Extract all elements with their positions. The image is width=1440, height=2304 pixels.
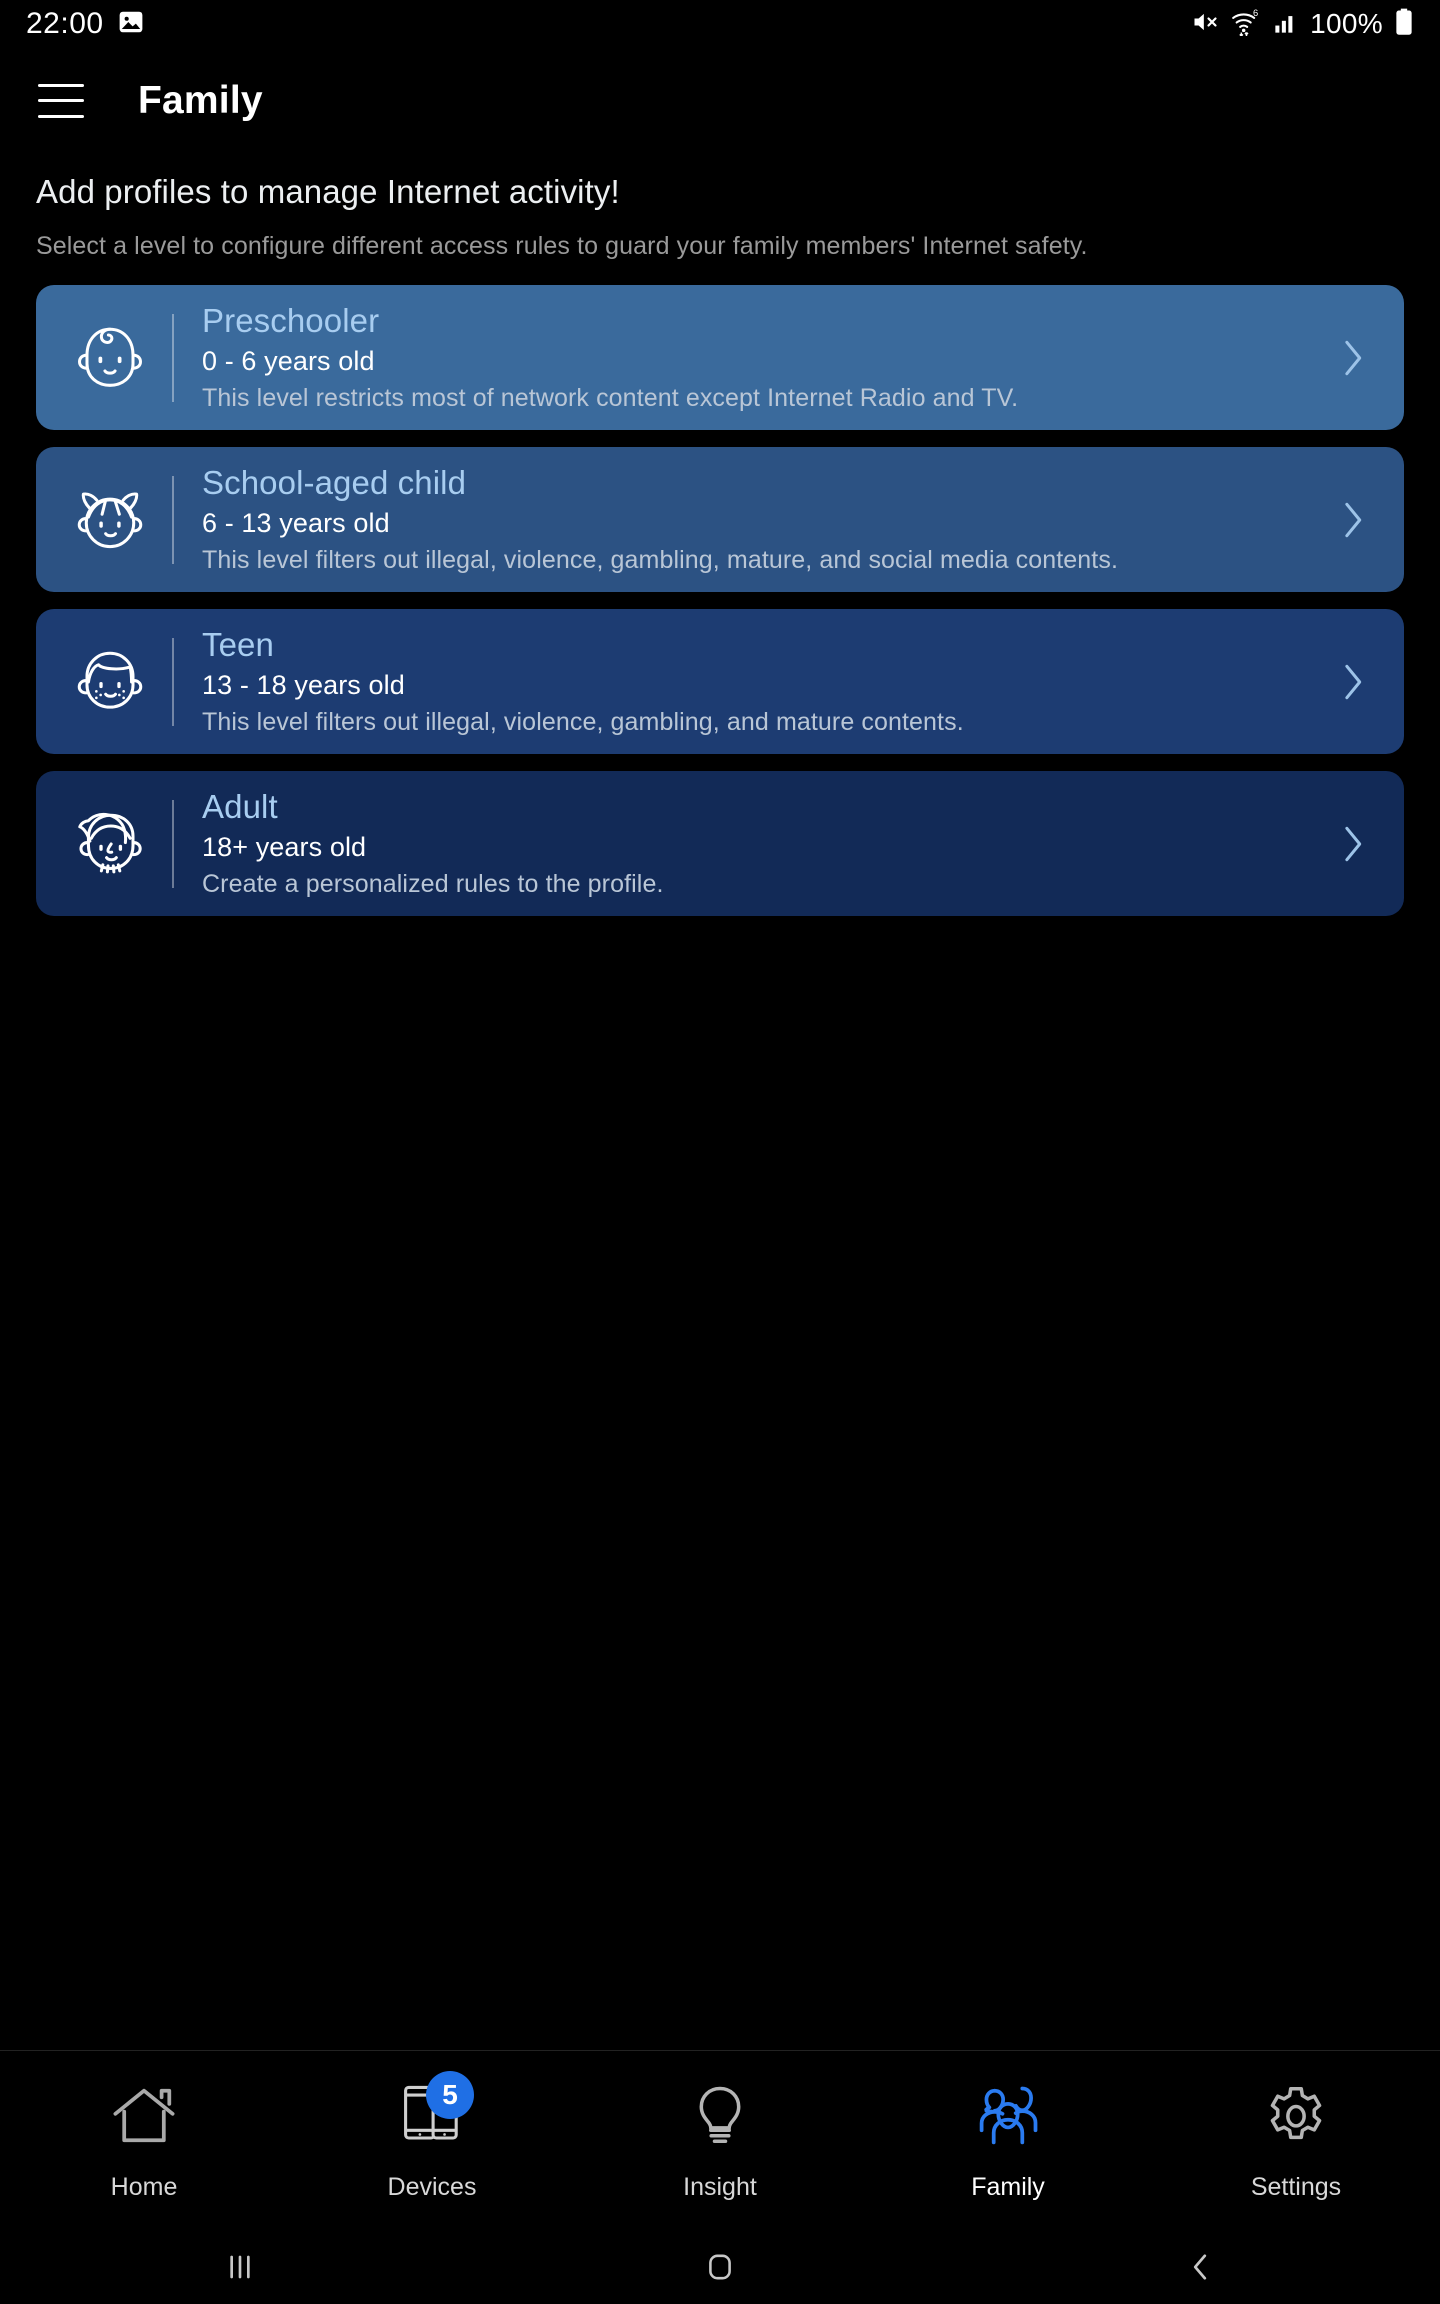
status-bar: 22:00 6 100% (0, 0, 1440, 48)
intro-heading: Add profiles to manage Internet activity… (36, 173, 620, 210)
baby-face-icon (58, 306, 162, 410)
signal-icon (1273, 9, 1299, 40)
house-icon (104, 2079, 184, 2153)
chevron-right-icon[interactable] (1334, 824, 1374, 864)
girl-face-icon (58, 468, 162, 572)
chevron-right-icon[interactable] (1334, 338, 1374, 378)
android-system-navigation (0, 2230, 1440, 2304)
profile-card-text: Teen 13 - 18 years old This level filter… (202, 625, 1334, 738)
nav-item-devices[interactable]: 5 Devices (288, 2071, 576, 2202)
profile-age-range: 6 - 13 years old (202, 507, 390, 538)
recents-icon[interactable] (0, 2252, 480, 2282)
profile-description: This level filters out illegal, violence… (202, 707, 964, 736)
profile-title: Preschooler (202, 301, 380, 339)
profile-card-adult[interactable]: Adult 18+ years old Create a personalize… (36, 771, 1404, 916)
hamburger-menu-icon[interactable] (38, 83, 84, 118)
nav-item-family[interactable]: Family (864, 2079, 1152, 2202)
profile-card-text: Preschooler 0 - 6 years old This level r… (202, 301, 1334, 414)
devices-icon: 5 (392, 2071, 474, 2153)
battery-icon (1394, 8, 1414, 41)
nav-label-settings: Settings (1250, 2173, 1342, 2201)
nav-label-insight: Insight (683, 2173, 757, 2201)
profile-title: Adult (202, 787, 278, 825)
svg-text:6: 6 (1253, 8, 1258, 18)
nav-item-home[interactable]: Home (0, 2079, 288, 2202)
card-divider (172, 637, 174, 726)
profile-level-list: Preschooler 0 - 6 years old This level r… (0, 285, 1440, 916)
card-divider (172, 799, 174, 888)
profile-card-school-aged-child[interactable]: School-aged child 6 - 13 years old This … (36, 447, 1404, 592)
card-divider (172, 475, 174, 564)
nav-label-home: Home (110, 2173, 178, 2201)
chevron-right-icon[interactable] (1334, 500, 1374, 540)
intro-subtext: Select a level to configure different ac… (36, 232, 1088, 260)
bottom-navigation-bar: Home 5 Devices Insight Family Settings (0, 2050, 1440, 2230)
adult-face-icon (58, 792, 162, 896)
status-bar-clock: 22:00 (26, 7, 104, 40)
profile-age-range: 18+ years old (202, 831, 367, 862)
profile-title: Teen (202, 625, 274, 663)
status-bar-left: 22:00 (26, 7, 144, 41)
card-divider (172, 313, 174, 402)
lightbulb-icon (680, 2079, 760, 2153)
chevron-right-icon[interactable] (1334, 662, 1374, 702)
intro-section: Add profiles to manage Internet activity… (0, 153, 1440, 261)
nav-label-devices: Devices (387, 2173, 477, 2201)
profile-description: This level restricts most of network con… (202, 383, 1019, 412)
profile-description: Create a personalized rules to the profi… (202, 869, 664, 898)
nav-label-family: Family (971, 2173, 1045, 2201)
nav-item-insight[interactable]: Insight (576, 2079, 864, 2202)
profile-card-text: School-aged child 6 - 13 years old This … (202, 463, 1334, 576)
teen-face-icon (58, 630, 162, 734)
profile-description: This level filters out illegal, violence… (202, 545, 1118, 574)
nav-item-settings[interactable]: Settings (1152, 2079, 1440, 2202)
page-title: Family (138, 78, 263, 122)
app-bar: Family (0, 48, 1440, 153)
screenshot-image-icon (118, 9, 144, 40)
battery-percent-label: 100% (1310, 8, 1383, 39)
people-icon (968, 2079, 1048, 2153)
profile-card-teen[interactable]: Teen 13 - 18 years old This level filter… (36, 609, 1404, 754)
profile-card-preschooler[interactable]: Preschooler 0 - 6 years old This level r… (36, 285, 1404, 430)
back-chevron-icon[interactable] (960, 2251, 1440, 2283)
profile-card-text: Adult 18+ years old Create a personalize… (202, 787, 1334, 900)
status-bar-right: 6 100% (1191, 8, 1414, 41)
mute-icon (1191, 8, 1219, 41)
profile-age-range: 0 - 6 years old (202, 345, 375, 376)
devices-badge-count: 5 (426, 2071, 474, 2119)
profile-title: School-aged child (202, 463, 467, 501)
home-square-icon[interactable] (480, 2251, 960, 2283)
wifi6-icon: 6 (1230, 8, 1262, 41)
gear-icon (1256, 2079, 1336, 2153)
profile-age-range: 13 - 18 years old (202, 669, 405, 700)
